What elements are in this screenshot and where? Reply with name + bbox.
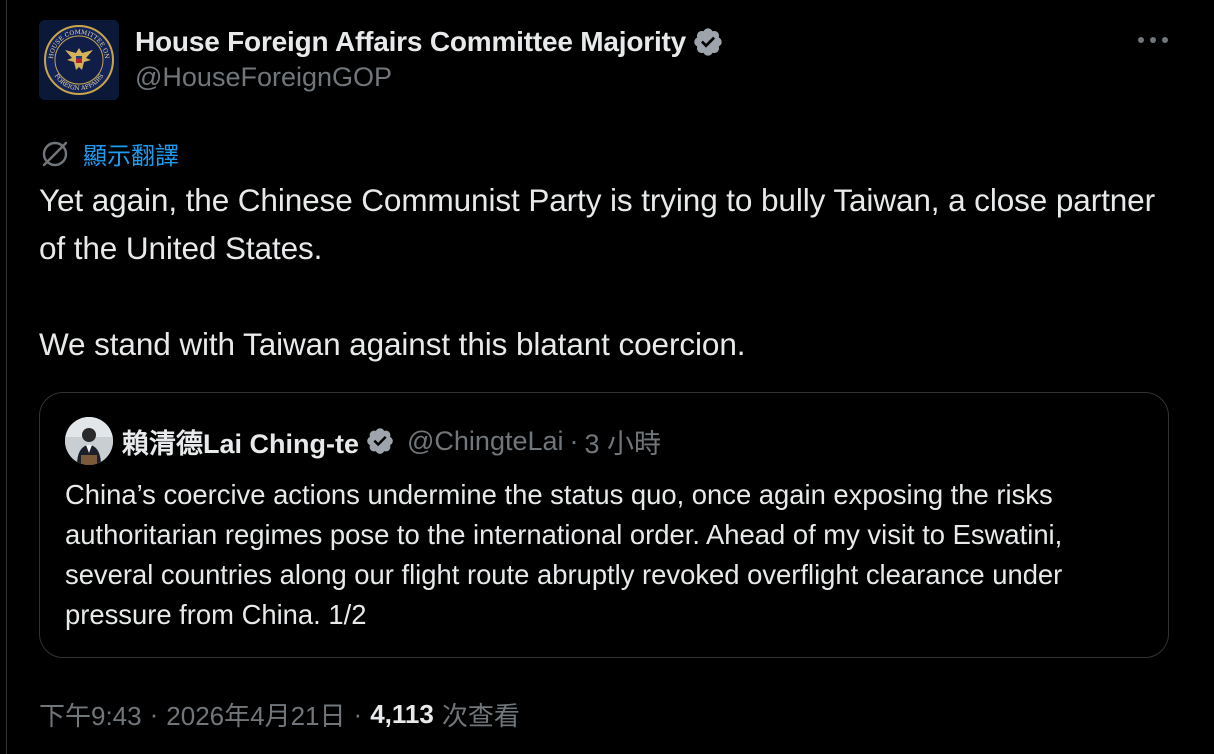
tweet-paragraph-1: Yet again, the Chinese Communist Party i… (39, 182, 1155, 266)
more-options-button[interactable] (1132, 26, 1174, 54)
author-handle[interactable]: @HouseForeignGOP (135, 62, 392, 93)
translate-globe-icon (42, 141, 68, 167)
tweet-time[interactable]: 下午9:43 (39, 696, 142, 733)
quoted-verified-badge-icon[interactable] (365, 426, 395, 456)
view-count: 4,113 (370, 698, 434, 729)
author-avatar[interactable]: HOUSE COMMITTEE ON FOREIGN AFFAIRS (39, 20, 119, 100)
tweet-date[interactable]: 2026年4月21日 (166, 696, 345, 733)
author-name-row[interactable]: House Foreign Affairs Committee Majority (135, 22, 724, 62)
quoted-author-photo (65, 417, 113, 465)
ellipsis-icon (1138, 37, 1168, 43)
show-translation-label[interactable]: 顯示翻譯 (83, 136, 179, 171)
quoted-author-handle[interactable]: @ChingteLai (407, 426, 564, 457)
quoted-tweet-text: China’s coercive actions undermine the s… (65, 479, 1063, 630)
tweet-detail-page: HOUSE COMMITTEE ON FOREIGN AFFAIRS House… (0, 0, 1214, 754)
tweet-text: Yet again, the Chinese Communist Party i… (39, 176, 1179, 368)
meta-separator-2: · (353, 698, 363, 729)
author-display-name[interactable]: House Foreign Affairs Committee Majority (135, 26, 686, 58)
meta-separator-1: · (149, 698, 159, 729)
tweet-metadata: 下午9:43 · 2026年4月21日 · 4,113 次查看 (39, 694, 520, 734)
quoted-separator: · (569, 425, 579, 456)
view-count-label: 次查看 (441, 700, 520, 731)
verified-badge-icon[interactable] (692, 26, 724, 58)
house-foreign-affairs-seal-icon: HOUSE COMMITTEE ON FOREIGN AFFAIRS (39, 20, 119, 100)
quoted-author-display-name[interactable]: 賴清德Lai Ching-te (122, 422, 359, 461)
show-translation-button[interactable]: 顯示翻譯 (39, 136, 179, 170)
quoted-tweet-header: 賴清德Lai Ching-te @ChingteLai · 3 小時 (65, 417, 661, 465)
quoted-author-avatar[interactable] (65, 417, 113, 465)
tweet-paragraph-2: We stand with Taiwan against this blatan… (39, 326, 746, 362)
timeline-border (6, 0, 7, 754)
quoted-tweet-card[interactable]: 賴清德Lai Ching-te @ChingteLai · 3 小時 China… (39, 392, 1169, 658)
quoted-tweet-time[interactable]: 3 小時 (585, 422, 662, 461)
